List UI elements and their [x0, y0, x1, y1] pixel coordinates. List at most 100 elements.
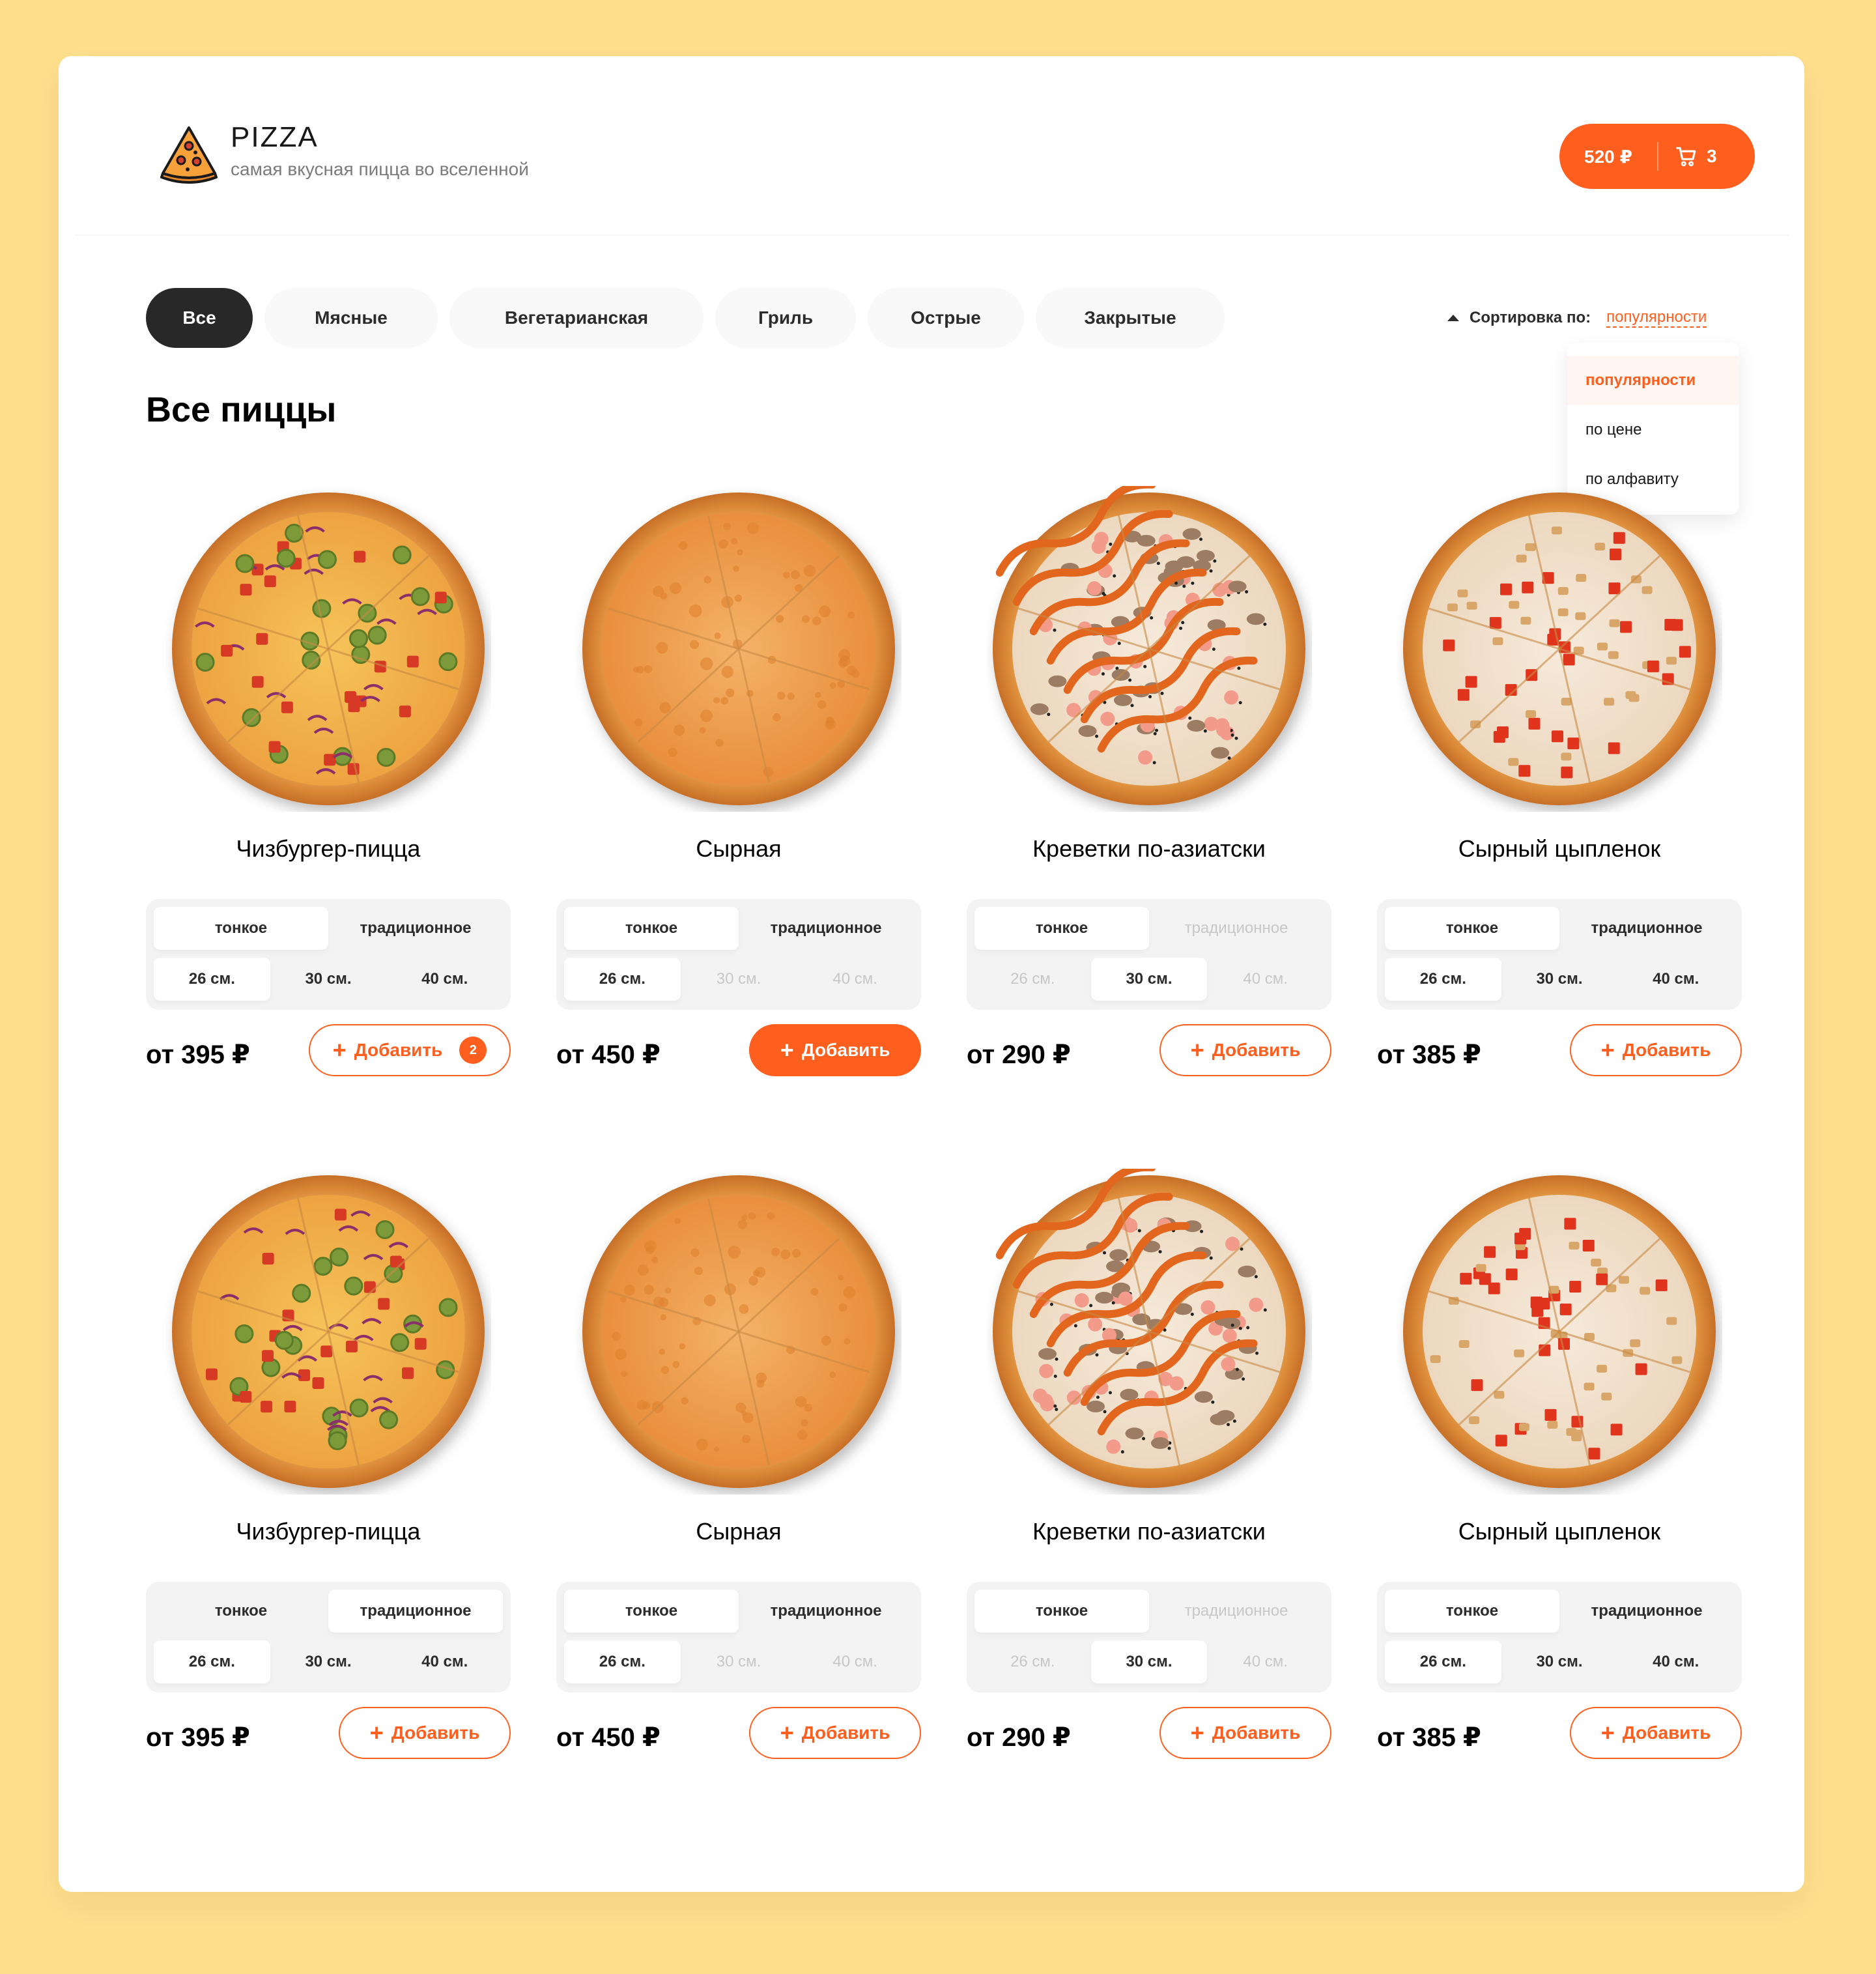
dough-option[interactable]: тонкое	[1385, 1590, 1559, 1633]
size-option[interactable]: 40 см.	[797, 1640, 913, 1683]
pizza-options-selector: тонкое традиционное 26 см. 30 см. 40 см.	[146, 1582, 511, 1693]
category-vegetarian[interactable]: Вегетарианская	[449, 288, 704, 348]
size-row: 26 см. 30 см. 40 см.	[974, 958, 1324, 1001]
pizza-options-selector: тонкое традиционное 26 см. 30 см. 40 см.	[1377, 1582, 1742, 1693]
dough-option[interactable]: традиционное	[328, 1590, 503, 1633]
pizza-image	[1397, 486, 1722, 812]
pizza-name: Сырный цыпленок	[1458, 1518, 1661, 1545]
size-option[interactable]: 26 см.	[974, 958, 1091, 1001]
size-option[interactable]: 30 см.	[1501, 1640, 1618, 1683]
category-all[interactable]: Все	[146, 288, 253, 348]
size-option[interactable]: 26 см.	[154, 958, 270, 1001]
pizza-card: Чизбургер-пицца тонкое традиционное 26 см…	[146, 486, 511, 1124]
plus-icon: +	[332, 1037, 347, 1063]
add-to-cart-button[interactable]: + Добавить	[339, 1707, 511, 1759]
pizza-card: Креветки по-азиатски тонкое традиционное …	[967, 1163, 1331, 1807]
sort-value[interactable]: популярности	[1606, 308, 1707, 328]
pizza-price: от 395 ₽	[146, 1723, 250, 1752]
dough-row: тонкое традиционное	[974, 1590, 1324, 1633]
size-option[interactable]: 40 см.	[386, 958, 503, 1001]
category-spicy[interactable]: Острые	[868, 288, 1024, 348]
plus-icon: +	[780, 1719, 794, 1746]
pizza-name: Чизбургер-пицца	[236, 835, 421, 862]
sort-option-price[interactable]: по цене	[1567, 405, 1739, 455]
dough-option[interactable]: тонкое	[154, 907, 328, 950]
pizza-name: Креветки по-азиатски	[1032, 1518, 1266, 1545]
dough-option[interactable]: тонкое	[564, 1590, 739, 1633]
size-option[interactable]: 40 см.	[386, 1640, 503, 1683]
size-option[interactable]: 30 см.	[270, 1640, 387, 1683]
size-option[interactable]: 26 см.	[1385, 1640, 1501, 1683]
category-closed[interactable]: Закрытые	[1036, 288, 1225, 348]
dough-option[interactable]: традиционное	[1559, 907, 1734, 950]
dough-option[interactable]: традиционное	[328, 907, 503, 950]
pizza-name: Сырная	[696, 1518, 782, 1545]
size-option[interactable]: 30 см.	[681, 958, 797, 1001]
section-title: Все пиццы	[146, 390, 337, 429]
pizza-name: Креветки по-азиатски	[1032, 835, 1266, 862]
size-option[interactable]: 26 см.	[564, 1640, 681, 1683]
dough-option[interactable]: традиционное	[739, 907, 913, 950]
sort-control: Сортировка по: популярности	[1447, 305, 1707, 331]
pizza-card: Сырный цыпленок тонкое традиционное 26 см…	[1377, 1169, 1742, 1807]
dough-option[interactable]: тонкое	[974, 1590, 1149, 1633]
pizza-image	[986, 1163, 1312, 1495]
add-to-cart-button[interactable]: + Добавить	[749, 1024, 921, 1076]
size-option[interactable]: 26 см.	[564, 958, 681, 1001]
dough-option[interactable]: тонкое	[1385, 907, 1559, 950]
sort-option-popularity[interactable]: популярности	[1567, 356, 1739, 405]
pizza-logo-icon	[160, 126, 218, 184]
plus-icon: +	[1190, 1037, 1204, 1063]
pizza-price: от 290 ₽	[967, 1040, 1071, 1069]
pizza-price: от 450 ₽	[556, 1723, 661, 1752]
size-option[interactable]: 30 см.	[681, 1640, 797, 1683]
size-option[interactable]: 40 см.	[1617, 1640, 1734, 1683]
size-option[interactable]: 40 см.	[1207, 1640, 1324, 1683]
size-option[interactable]: 30 см.	[1090, 958, 1208, 1001]
pizza-name: Чизбургер-пицца	[236, 1518, 421, 1545]
size-option[interactable]: 30 см.	[1090, 1640, 1208, 1683]
pizza-card: Чизбургер-пицца тонкое традиционное 26 см…	[146, 1169, 511, 1807]
add-to-cart-button[interactable]: + Добавить 2	[309, 1024, 511, 1076]
cart-divider	[1657, 142, 1658, 171]
add-to-cart-button[interactable]: + Добавить	[1570, 1707, 1742, 1759]
pizza-image	[986, 480, 1312, 812]
size-option[interactable]: 30 см.	[1501, 958, 1618, 1001]
dough-option[interactable]: тонкое	[154, 1590, 328, 1633]
dough-option[interactable]: традиционное	[1559, 1590, 1734, 1633]
cart-count: 3	[1707, 146, 1717, 166]
category-meat[interactable]: Мясные	[264, 288, 438, 348]
add-label: Добавить	[1212, 1040, 1301, 1060]
size-option[interactable]: 26 см.	[1385, 958, 1501, 1001]
size-row: 26 см. 30 см. 40 см.	[1385, 1640, 1734, 1683]
dough-option[interactable]: традиционное	[739, 1590, 913, 1633]
dough-option[interactable]: традиционное	[1149, 1590, 1324, 1633]
add-to-cart-button[interactable]: + Добавить	[749, 1707, 921, 1759]
size-option[interactable]: 30 см.	[270, 958, 387, 1001]
pizza-card: Креветки по-азиатски тонкое традиционное …	[967, 480, 1331, 1124]
pizza-card: Сырный цыпленок тонкое традиционное 26 см…	[1377, 486, 1742, 1124]
add-to-cart-button[interactable]: + Добавить	[1570, 1024, 1742, 1076]
cart-button[interactable]: 520 ₽ 3	[1559, 124, 1755, 189]
dough-option[interactable]: тонкое	[974, 907, 1149, 950]
header: PIZZA самая вкусная пицца во вселенной 5…	[74, 56, 1789, 236]
size-option[interactable]: 26 см.	[154, 1640, 270, 1683]
sort-label: Сортировка по:	[1470, 309, 1591, 326]
pizza-image	[576, 1169, 902, 1495]
size-option[interactable]: 40 см.	[1207, 958, 1324, 1001]
pizza-options-selector: тонкое традиционное 26 см. 30 см. 40 см.	[1377, 899, 1742, 1010]
sort-arrow-icon[interactable]	[1447, 315, 1459, 321]
pizza-options-selector: тонкое традиционное 26 см. 30 см. 40 см.	[556, 899, 921, 1010]
size-row: 26 см. 30 см. 40 см.	[564, 1640, 913, 1683]
add-to-cart-button[interactable]: + Добавить	[1159, 1707, 1331, 1759]
size-option[interactable]: 40 см.	[1617, 958, 1734, 1001]
add-label: Добавить	[801, 1723, 890, 1743]
dough-option[interactable]: традиционное	[1149, 907, 1324, 950]
add-to-cart-button[interactable]: + Добавить	[1159, 1024, 1331, 1076]
size-option[interactable]: 40 см.	[797, 958, 913, 1001]
dough-option[interactable]: тонкое	[564, 907, 739, 950]
add-label: Добавить	[1622, 1040, 1711, 1060]
category-grill[interactable]: Гриль	[715, 288, 856, 348]
size-option[interactable]: 26 см.	[974, 1640, 1091, 1683]
cart-total: 520 ₽	[1584, 146, 1632, 167]
